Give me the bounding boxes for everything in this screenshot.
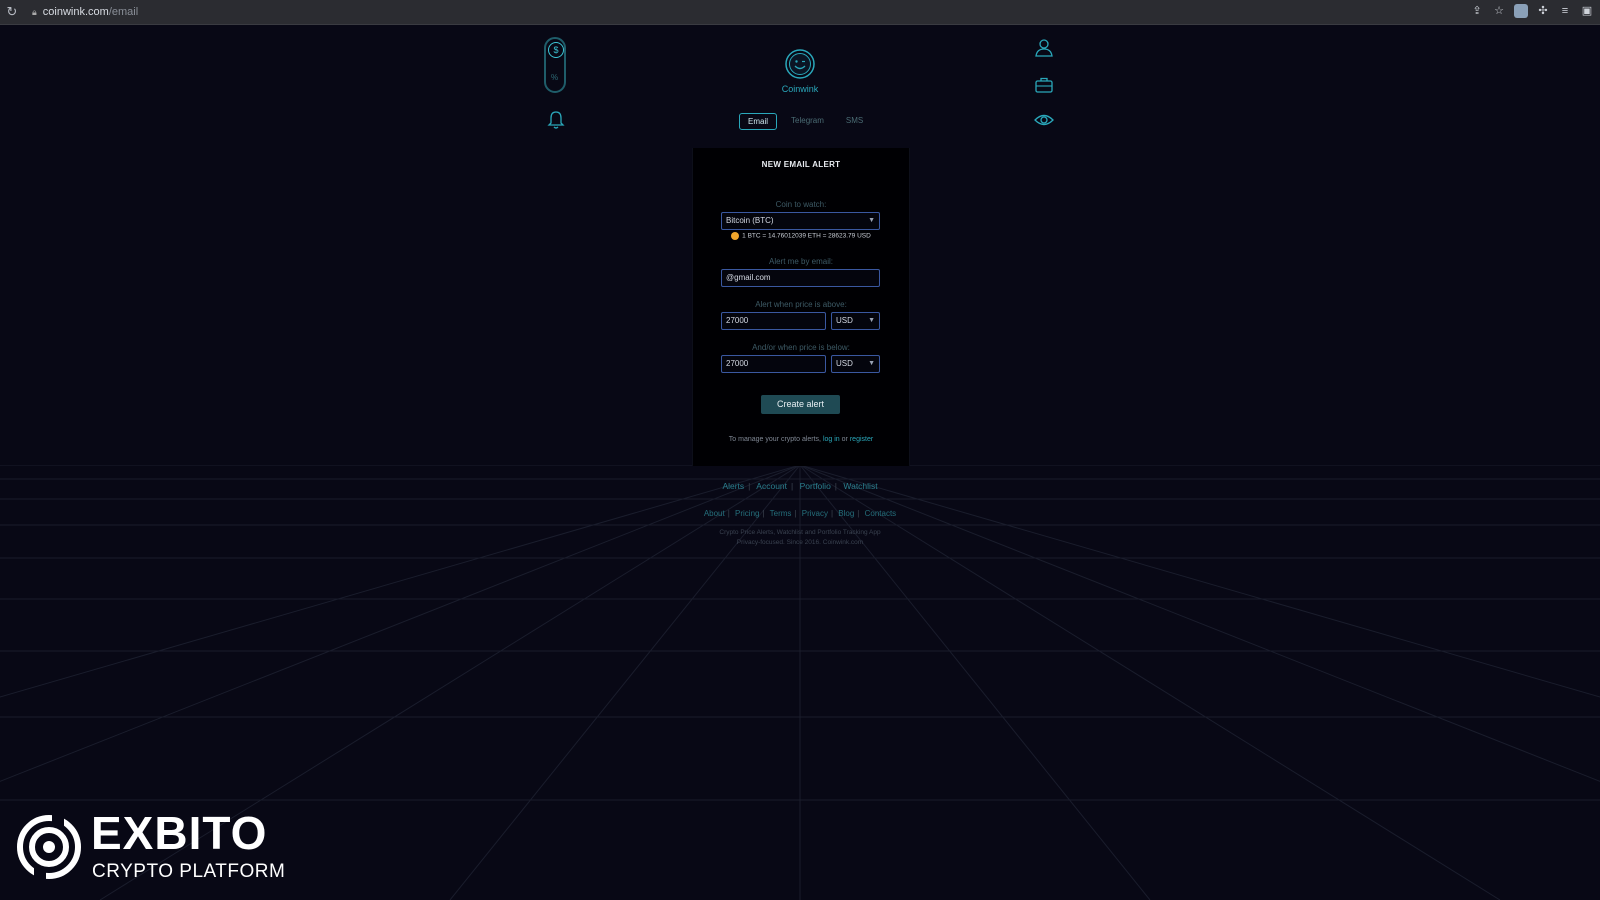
footer-link-account[interactable]: Account xyxy=(756,481,787,491)
manage-or: or xyxy=(841,436,848,443)
tab-email[interactable]: Email xyxy=(739,113,778,130)
reload-icon[interactable]: ↻ xyxy=(0,4,24,20)
puzzle-icon[interactable]: ✣ xyxy=(1536,4,1550,18)
register-link[interactable]: register xyxy=(850,436,873,443)
tab-sms[interactable]: SMS xyxy=(838,113,871,130)
footer-link-privacy[interactable]: Privacy xyxy=(802,509,828,518)
bell-icon[interactable] xyxy=(545,109,567,131)
chevron-down-icon: ▼ xyxy=(868,360,875,367)
browser-actions: ⇪ ☆ ✣ ≡ ▣ xyxy=(1470,4,1594,18)
percent-icon: % xyxy=(551,73,559,82)
chevron-down-icon: ▼ xyxy=(868,217,875,224)
email-field[interactable]: @gmail.com xyxy=(721,269,880,287)
footer-link-about[interactable]: About xyxy=(704,509,725,518)
user-icon[interactable] xyxy=(1033,37,1055,59)
above-currency-value: USD xyxy=(836,316,853,325)
currency-toggle[interactable]: $ % xyxy=(544,37,566,93)
footer-primary-nav: Alerts | Account | Portfolio | Watchlist xyxy=(722,481,878,491)
exbito-logo-icon xyxy=(17,814,81,880)
footer-link-contacts[interactable]: Contacts xyxy=(865,509,897,518)
below-currency-value: USD xyxy=(836,359,853,368)
brand-name[interactable]: Coinwink xyxy=(760,84,840,94)
login-link[interactable]: log in xyxy=(823,436,840,443)
briefcase-icon[interactable] xyxy=(1033,74,1055,96)
footer-link-terms[interactable]: Terms xyxy=(770,509,792,518)
coinwink-logo-icon[interactable] xyxy=(784,48,816,80)
footer-link-pricing[interactable]: Pricing xyxy=(735,509,759,518)
coin-label: Coin to watch: xyxy=(775,200,827,209)
watermark-tagline: CRYPTO PLATFORM xyxy=(92,861,286,882)
footer-link-portfolio[interactable]: Portfolio xyxy=(800,481,831,491)
browser-toolbar: ↻ 🔒︎ coinwink.com/email ⇪ ☆ ✣ ≡ ▣ xyxy=(0,0,1600,25)
create-alert-button[interactable]: Create alert xyxy=(761,395,840,414)
url-path: /email xyxy=(108,6,139,18)
rate-text: 1 BTC = 14.76012039 ETH = 28623.79 USD xyxy=(742,232,871,240)
star-icon[interactable]: ☆ xyxy=(1492,4,1506,18)
watermark-name: EXBITO xyxy=(91,807,268,859)
url-domain: coinwink.com xyxy=(42,6,109,18)
price-below-input[interactable]: 27000 xyxy=(721,355,826,373)
price-above-input[interactable]: 27000 xyxy=(721,312,826,330)
footer-link-blog[interactable]: Blog xyxy=(838,509,854,518)
address-bar[interactable]: coinwink.com/email xyxy=(43,6,138,18)
above-currency-select[interactable]: USD ▼ xyxy=(831,312,880,330)
chevron-down-icon: ▼ xyxy=(868,317,875,324)
media-icon[interactable]: ≡ xyxy=(1558,4,1572,18)
share-icon[interactable]: ⇪ xyxy=(1470,4,1484,18)
card-title: NEW EMAIL ALERT xyxy=(761,160,841,169)
coin-select[interactable]: Bitcoin (BTC) ▼ xyxy=(721,212,880,230)
manage-prefix: To manage your crypto alerts, xyxy=(728,436,822,443)
coin-select-value: Bitcoin (BTC) xyxy=(726,216,774,225)
email-label: Alert me by email: xyxy=(768,257,834,266)
bitcoin-icon xyxy=(731,232,740,240)
window-icon[interactable]: ▣ xyxy=(1580,4,1594,18)
dollar-icon: $ xyxy=(548,42,564,58)
eye-icon[interactable] xyxy=(1033,109,1055,131)
footer-link-alerts[interactable]: Alerts xyxy=(722,481,744,491)
exchange-rate: 1 BTC = 14.76012039 ETH = 28623.79 USD xyxy=(693,232,909,240)
footer-copyright-line1: Crypto Price Alerts, Watchlist and Portf… xyxy=(719,529,881,536)
below-currency-select[interactable]: USD ▼ xyxy=(831,355,880,373)
footer-secondary-nav: About | Pricing | Terms | Privacy | Blog | Co… xyxy=(703,509,897,518)
lock-icon[interactable]: 🔒︎ xyxy=(32,7,37,18)
above-label: Alert when price is above: xyxy=(755,300,847,309)
footer-copyright-line2: Privacy-focused. Since 2016. Coinwink.co… xyxy=(736,539,864,546)
footer-link-watchlist[interactable]: Watchlist xyxy=(843,481,877,491)
manage-alerts-text: To manage your crypto alerts, log in or … xyxy=(693,436,909,443)
new-alert-card: NEW EMAIL ALERT Coin to watch: Bitcoin (… xyxy=(692,148,910,466)
below-label: And/or when price is below: xyxy=(752,343,850,352)
alert-channel-tabs: Email Telegram SMS xyxy=(739,113,871,130)
extension-shield-icon[interactable] xyxy=(1514,4,1528,18)
tab-telegram[interactable]: Telegram xyxy=(783,113,832,130)
